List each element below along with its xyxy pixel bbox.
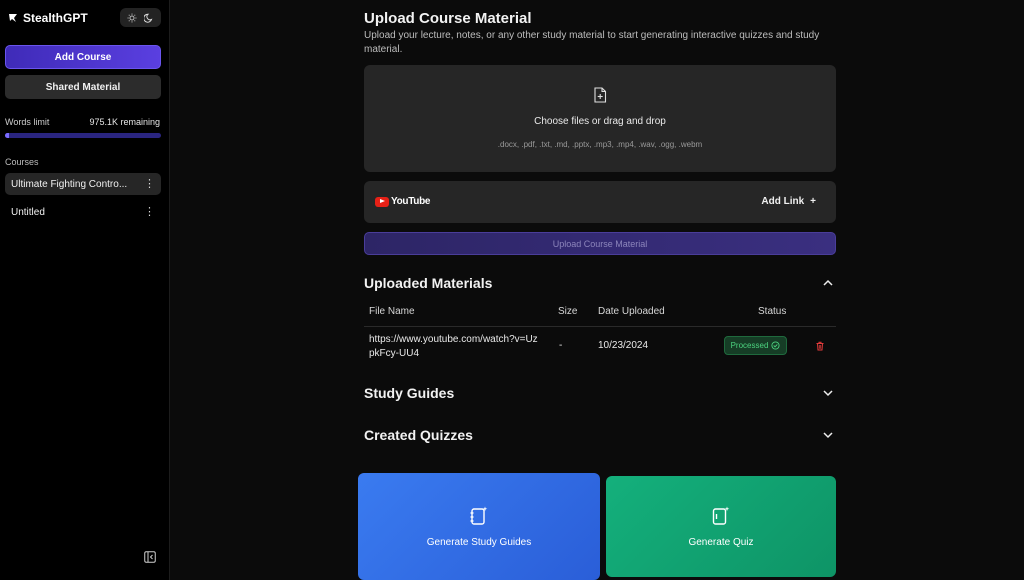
brand[interactable]: StealthGPT xyxy=(8,11,88,25)
generate-study-guides-button[interactable]: Generate Study Guides xyxy=(358,473,600,580)
column-header-date: Date Uploaded xyxy=(598,306,665,317)
file-name-cell[interactable]: https://www.youtube.com/watch?v=UzpkFcy-… xyxy=(369,333,539,361)
stealth-logo-icon xyxy=(9,14,17,22)
table-divider xyxy=(364,326,836,327)
generate-study-guides-label: Generate Study Guides xyxy=(426,537,532,548)
youtube-play-icon xyxy=(375,196,389,207)
column-header-size: Size xyxy=(558,306,578,317)
brand-name: StealthGPT xyxy=(23,11,88,25)
plus-icon: + xyxy=(810,196,816,207)
notebook-sparkle-icon xyxy=(470,506,488,525)
youtube-label: YouTube xyxy=(391,196,431,207)
generate-quiz-label: Generate Quiz xyxy=(688,537,754,548)
sidebar: StealthGPT Add Course Shared Material Wo… xyxy=(0,0,170,580)
add-link-label: Add Link xyxy=(761,196,805,207)
youtube-link-box: YouTube Add Link + xyxy=(364,181,836,223)
upload-course-material-button[interactable]: Upload Course Material xyxy=(364,232,836,255)
words-progress-bar xyxy=(5,133,161,138)
words-remaining: 975.1K remaining xyxy=(89,117,160,127)
dropzone-file-types: .docx, .pdf, .txt, .md, .pptx, .mp3, .mp… xyxy=(497,140,703,149)
course-item[interactable]: Untitled ⋮ xyxy=(5,201,161,223)
trash-icon[interactable] xyxy=(815,341,825,351)
add-link-button[interactable]: Add Link + xyxy=(761,196,816,207)
more-vertical-icon[interactable]: ⋮ xyxy=(144,178,155,190)
size-cell: - xyxy=(559,340,563,351)
youtube-logo: YouTube xyxy=(375,196,431,207)
theme-toggle[interactable] xyxy=(120,8,161,27)
check-circle-icon xyxy=(771,341,780,350)
chevron-down-icon[interactable] xyxy=(822,429,834,441)
more-vertical-icon[interactable]: ⋮ xyxy=(144,206,155,218)
uploaded-materials-title[interactable]: Uploaded Materials xyxy=(364,275,492,291)
chevron-up-icon[interactable] xyxy=(822,277,834,289)
date-cell: 10/23/2024 xyxy=(598,340,649,351)
sun-icon[interactable] xyxy=(127,13,137,23)
generate-quiz-button[interactable]: Generate Quiz xyxy=(606,476,836,577)
shared-material-button[interactable]: Shared Material xyxy=(5,75,161,99)
words-progress-fill xyxy=(5,133,9,138)
column-header-file-name: File Name xyxy=(369,306,415,317)
dropzone-title: Choose files or drag and drop xyxy=(534,116,666,127)
created-quizzes-title[interactable]: Created Quizzes xyxy=(364,427,473,443)
status-badge: Processed xyxy=(724,336,787,355)
column-header-status: Status xyxy=(758,306,787,317)
sidebar-collapse-icon[interactable] xyxy=(144,551,156,563)
page-title: Upload Course Material xyxy=(364,10,532,27)
courses-label: Courses xyxy=(5,157,39,167)
quiz-sparkle-icon xyxy=(712,506,730,525)
status-label: Processed xyxy=(730,341,769,350)
file-upload-icon xyxy=(594,87,607,103)
course-item[interactable]: Ultimate Fighting Contro... ⋮ xyxy=(5,173,161,195)
upload-description: Upload your lecture, notes, or any other… xyxy=(364,30,820,55)
moon-icon[interactable] xyxy=(144,13,154,23)
words-limit-label: Words limit xyxy=(5,117,50,127)
chevron-down-icon[interactable] xyxy=(822,387,834,399)
course-name: Ultimate Fighting Contro... xyxy=(11,178,128,190)
study-guides-title[interactable]: Study Guides xyxy=(364,385,454,401)
add-course-button[interactable]: Add Course xyxy=(5,45,161,69)
course-name: Untitled xyxy=(11,206,45,218)
